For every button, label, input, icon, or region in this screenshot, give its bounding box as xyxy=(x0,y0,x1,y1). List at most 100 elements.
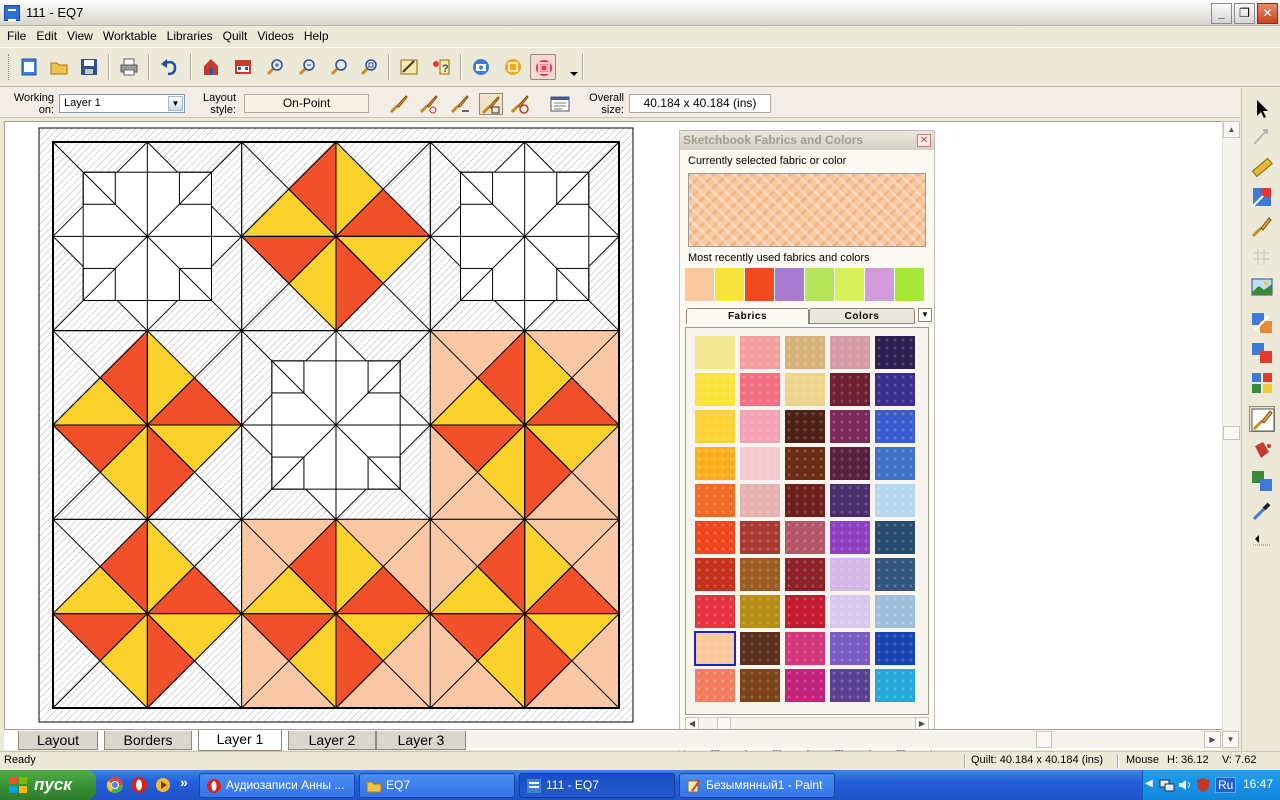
horizontal-scroll-thumb[interactable] xyxy=(1036,731,1052,748)
fabric-swatch[interactable] xyxy=(875,447,915,480)
quilt-canvas[interactable] xyxy=(38,127,634,723)
ruler-icon[interactable] xyxy=(1249,154,1275,180)
fabric-swatch[interactable] xyxy=(785,484,825,517)
tab-colors[interactable]: Colors xyxy=(809,308,915,324)
menu-libraries[interactable]: Libraries xyxy=(162,29,218,43)
menu-help[interactable]: Help xyxy=(299,29,334,43)
recent-fabric-swatch[interactable] xyxy=(805,268,835,301)
chrome-icon[interactable] xyxy=(106,776,124,794)
swap-blocks-icon[interactable] xyxy=(1249,310,1275,336)
volume-icon[interactable] xyxy=(1177,777,1193,793)
fabric-swatch[interactable] xyxy=(830,373,870,406)
fabric-swatch[interactable] xyxy=(695,373,735,406)
fabric-swatch[interactable] xyxy=(694,631,736,666)
fabric-swatch[interactable] xyxy=(830,521,870,554)
start-button[interactable]: пуск xyxy=(0,770,96,800)
new-icon[interactable] xyxy=(16,54,42,80)
fabric-swatch[interactable] xyxy=(740,558,780,591)
notecard-icon[interactable] xyxy=(396,54,422,80)
tab-layer-1[interactable]: Layer 1 xyxy=(198,730,282,751)
task-paint[interactable]: Безымянный1 - Paint xyxy=(679,773,835,798)
zoom-out-icon[interactable] xyxy=(294,54,320,80)
fabric-swatch[interactable] xyxy=(740,373,780,406)
chevron-down-icon[interactable]: ▼ xyxy=(918,308,932,322)
opera-icon[interactable] xyxy=(130,776,148,794)
fit-to-worktable-icon[interactable] xyxy=(356,54,382,80)
fabric-swatch[interactable] xyxy=(830,595,870,628)
eyedropper-icon[interactable] xyxy=(1249,498,1275,524)
sketchbook-panel-title[interactable]: Sketchbook Fabrics and Colors xyxy=(680,131,934,150)
fabric-swatch[interactable] xyxy=(830,669,870,702)
refresh-icon[interactable] xyxy=(326,54,352,80)
task-audio-opera[interactable]: Аудиозаписи Анны ... xyxy=(199,773,355,798)
fabric-swatch[interactable] xyxy=(875,595,915,628)
minimize-button[interactable]: _ xyxy=(1211,3,1232,24)
fabric-swatch[interactable] xyxy=(740,521,780,554)
scroll-up-icon[interactable]: ▲ xyxy=(1223,121,1240,138)
fabric-swatch[interactable] xyxy=(740,632,780,665)
fabric-swatch[interactable] xyxy=(695,521,735,554)
quilt-drawing[interactable] xyxy=(38,127,634,723)
recolor-swap-icon[interactable] xyxy=(1249,468,1275,494)
print-icon[interactable] xyxy=(116,54,142,80)
fabric-swatch[interactable] xyxy=(875,484,915,517)
fill-bucket-icon[interactable] xyxy=(1249,438,1275,464)
recent-fabric-swatch[interactable] xyxy=(895,268,925,301)
properties-icon[interactable] xyxy=(549,93,573,115)
fabric-swatch[interactable] xyxy=(785,558,825,591)
fabric-swatch[interactable] xyxy=(695,484,735,517)
fabric-swatch[interactable] xyxy=(785,373,825,406)
collapse-strip-icon[interactable] xyxy=(1249,530,1275,548)
layer-select[interactable]: Layer 1 ▼ xyxy=(59,94,185,113)
language-indicator[interactable]: Ru xyxy=(1215,777,1237,793)
swap-alternate-icon[interactable] xyxy=(479,93,503,115)
fabric-swatch[interactable] xyxy=(695,595,735,628)
fabric-swatch[interactable] xyxy=(740,595,780,628)
tab-borders[interactable]: Borders xyxy=(104,731,192,750)
fabric-swatch[interactable] xyxy=(875,336,915,369)
fabric-swatch[interactable] xyxy=(695,410,735,443)
fabric-swatch[interactable] xyxy=(740,484,780,517)
spraycan-icon[interactable] xyxy=(418,93,442,115)
fabric-swatch[interactable] xyxy=(785,410,825,443)
menu-quilt[interactable]: Quilt xyxy=(218,29,253,43)
add-to-sketchbook-icon[interactable] xyxy=(198,54,224,80)
fabric-swatch[interactable] xyxy=(875,632,915,665)
set-block-icon[interactable] xyxy=(1249,124,1275,150)
quick-launch-more[interactable]: » xyxy=(180,774,188,790)
fabric-swatch[interactable] xyxy=(785,447,825,480)
network-icon[interactable] xyxy=(1159,777,1175,793)
fabric-worktable-icon[interactable] xyxy=(530,54,556,80)
fabric-swatch[interactable] xyxy=(785,595,825,628)
fabric-swatch[interactable] xyxy=(695,336,735,369)
fabric-swatch[interactable] xyxy=(875,669,915,702)
tab-layer-3[interactable]: Layer 3 xyxy=(376,731,466,750)
task-111-eq7[interactable]: 111 - EQ7 xyxy=(519,773,675,798)
fabric-swatch[interactable] xyxy=(875,521,915,554)
zoom-in-icon[interactable] xyxy=(262,54,288,80)
swap-all-icon[interactable] xyxy=(449,93,473,115)
worktable-horizontal-scrollbar[interactable]: ▶ xyxy=(466,731,1222,748)
spray-icon[interactable] xyxy=(1249,214,1275,240)
fabric-swatch[interactable] xyxy=(740,410,780,443)
menu-view[interactable]: View xyxy=(62,29,98,43)
fabric-swatch[interactable] xyxy=(830,410,870,443)
random-recolor-icon[interactable] xyxy=(509,93,533,115)
menu-worktable[interactable]: Worktable xyxy=(98,29,162,43)
brush-paint-icon[interactable] xyxy=(388,93,412,115)
worktable-vertical-scrollbar[interactable]: ▲ xyxy=(1222,121,1240,730)
close-button[interactable]: ✕ xyxy=(1257,3,1278,24)
fabric-swatch[interactable] xyxy=(740,336,780,369)
fabric-swatch[interactable] xyxy=(785,632,825,665)
rotate-block-icon[interactable] xyxy=(1249,340,1275,366)
fabric-swatch[interactable] xyxy=(740,447,780,480)
tab-fabrics[interactable]: Fabrics xyxy=(686,308,809,324)
undo-icon[interactable] xyxy=(156,54,182,80)
fabric-swatch[interactable] xyxy=(830,558,870,591)
recent-fabric-swatch[interactable] xyxy=(835,268,865,301)
fabric-swatch[interactable] xyxy=(830,447,870,480)
fabric-swatch[interactable] xyxy=(785,336,825,369)
grid-tool-icon[interactable] xyxy=(1249,244,1275,270)
restore-button[interactable]: ❐ xyxy=(1234,3,1255,24)
fabric-swatch[interactable] xyxy=(875,373,915,406)
